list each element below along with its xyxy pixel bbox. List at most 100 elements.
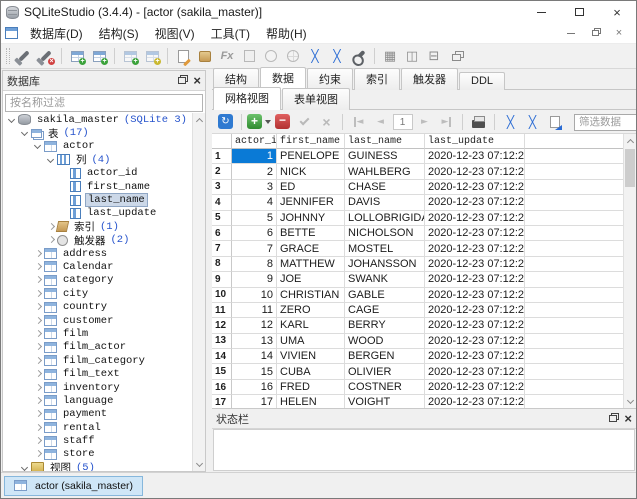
maximize-button[interactable] bbox=[560, 1, 598, 23]
collapse-arrow-icon[interactable] bbox=[33, 356, 43, 366]
grid-corner-cell[interactable] bbox=[212, 134, 232, 149]
status-close-icon[interactable]: × bbox=[624, 412, 632, 425]
tab-触发器[interactable]: 触发器 bbox=[401, 68, 458, 90]
tab-DDL[interactable]: DDL bbox=[459, 72, 505, 90]
new-view-button[interactable]: + bbox=[141, 46, 163, 66]
collapse-arrow-icon[interactable] bbox=[33, 436, 43, 446]
add-database-button[interactable]: + bbox=[66, 46, 88, 66]
row-number[interactable]: 9 bbox=[212, 272, 232, 287]
menu-帮助(H)[interactable]: 帮助(H) bbox=[258, 23, 315, 44]
cell-first_name[interactable]: KARL bbox=[277, 318, 345, 333]
tree-item-last_update[interactable]: last_update bbox=[3, 207, 192, 220]
collapse-arrow-icon[interactable] bbox=[46, 222, 56, 232]
fit-columns-button[interactable]: ╳ bbox=[500, 112, 521, 132]
mdi-close-button[interactable]: × bbox=[612, 27, 626, 39]
cell-last_name[interactable]: WOOD bbox=[345, 334, 425, 349]
row-number[interactable]: 17 bbox=[212, 395, 232, 408]
cell-last_name[interactable]: WAHLBERG bbox=[345, 164, 425, 179]
expand-arrow-icon[interactable] bbox=[20, 128, 30, 138]
cell-last_update[interactable]: 2020-12-23 07:12:29 bbox=[425, 272, 525, 287]
cell-last_update[interactable]: 2020-12-23 07:12:29 bbox=[425, 257, 525, 272]
cell-first_name[interactable]: GRACE bbox=[277, 241, 345, 256]
cell-actor_id[interactable]: 17 bbox=[232, 395, 277, 408]
status-undock-icon[interactable] bbox=[609, 415, 617, 422]
cell-last_name[interactable]: SWANK bbox=[345, 272, 425, 287]
open-sql-editor-button[interactable] bbox=[172, 46, 194, 66]
cell-last_update[interactable]: 2020-12-23 07:12:29 bbox=[425, 195, 525, 210]
tree-item-Calendar[interactable]: Calendar bbox=[3, 260, 192, 273]
tree-item-last_name[interactable]: last_name bbox=[3, 193, 192, 206]
collapse-arrow-icon[interactable] bbox=[33, 396, 43, 406]
column-header-last_update[interactable]: last_update bbox=[425, 134, 525, 149]
row-number[interactable]: 13 bbox=[212, 334, 232, 349]
column-header-first_name[interactable]: first_name bbox=[277, 134, 345, 149]
undock-icon[interactable] bbox=[178, 77, 186, 84]
tree-item-first_name[interactable]: first_name bbox=[3, 180, 192, 193]
grid-scroll-up-icon[interactable] bbox=[624, 134, 636, 147]
collapse-arrow-icon[interactable] bbox=[33, 342, 43, 352]
expand-arrow-icon[interactable] bbox=[46, 155, 56, 165]
cell-last_update[interactable]: 2020-12-23 07:12:29 bbox=[425, 149, 525, 164]
expand-arrow-icon[interactable] bbox=[20, 463, 30, 471]
cell-first_name[interactable]: BETTE bbox=[277, 226, 345, 241]
collapse-arrow-icon[interactable] bbox=[33, 275, 43, 285]
cell-last_update[interactable]: 2020-12-23 07:12:29 bbox=[425, 180, 525, 195]
cell-last_name[interactable]: JOHANSSON bbox=[345, 257, 425, 272]
grid-scrollbar[interactable] bbox=[623, 134, 636, 408]
tree-item-sakila_master[interactable]: sakila_master(SQLite 3) bbox=[3, 113, 192, 126]
tree-filter-input[interactable] bbox=[5, 94, 203, 112]
collapse-arrow-icon[interactable] bbox=[46, 235, 56, 245]
collapse-arrow-icon[interactable] bbox=[33, 329, 43, 339]
cell-last_name[interactable]: MOSTEL bbox=[345, 241, 425, 256]
tree-item-索引[interactable]: 索引(1) bbox=[3, 220, 192, 233]
cell-last_name[interactable]: LOLLOBRIGIDA bbox=[345, 211, 425, 226]
tree-item-inventory[interactable]: inventory bbox=[3, 381, 192, 394]
ddl-history-button[interactable] bbox=[194, 46, 216, 66]
row-number[interactable]: 16 bbox=[212, 380, 232, 395]
cell-last_name[interactable]: GABLE bbox=[345, 288, 425, 303]
expand-arrow-icon[interactable] bbox=[7, 115, 17, 125]
cell-actor_id[interactable]: 12 bbox=[232, 318, 277, 333]
row-number[interactable]: 8 bbox=[212, 257, 232, 272]
column-header-last_name[interactable]: last_name bbox=[345, 134, 425, 149]
cell-last_update[interactable]: 2020-12-23 07:12:29 bbox=[425, 318, 525, 333]
maximize-window-button[interactable]: ╳ bbox=[304, 46, 326, 66]
scroll-up-icon[interactable] bbox=[193, 113, 205, 126]
cell-last_update[interactable]: 2020-12-23 07:12:29 bbox=[425, 303, 525, 318]
cell-last_name[interactable]: CAGE bbox=[345, 303, 425, 318]
menu-结构(S)[interactable]: 结构(S) bbox=[91, 23, 147, 44]
commit-button[interactable] bbox=[294, 112, 315, 132]
cell-first_name[interactable]: CUBA bbox=[277, 364, 345, 379]
add-row-button[interactable]: + bbox=[247, 112, 271, 132]
cell-first_name[interactable]: FRED bbox=[277, 380, 345, 395]
collapse-arrow-icon[interactable] bbox=[33, 302, 43, 312]
menu-视图(V)[interactable]: 视图(V) bbox=[147, 23, 203, 44]
grid-scroll-down-icon[interactable] bbox=[624, 395, 636, 408]
cell-first_name[interactable]: JOHNNY bbox=[277, 211, 345, 226]
cell-actor_id[interactable]: 4 bbox=[232, 195, 277, 210]
mdi-restore-button[interactable] bbox=[588, 27, 602, 39]
taskbar-item-actor (sakila_master)[interactable]: actor (sakila_master) bbox=[4, 476, 143, 496]
data-filter-input[interactable] bbox=[574, 114, 637, 131]
toolbar-drag-handle[interactable] bbox=[6, 48, 10, 64]
cell-last_update[interactable]: 2020-12-23 07:12:29 bbox=[425, 164, 525, 179]
cell-actor_id[interactable]: 15 bbox=[232, 364, 277, 379]
cell-first_name[interactable]: JOE bbox=[277, 272, 345, 287]
cell-last_update[interactable]: 2020-12-23 07:12:29 bbox=[425, 380, 525, 395]
collapse-arrow-icon[interactable] bbox=[33, 423, 43, 433]
menu-数据库(D)[interactable]: 数据库(D) bbox=[22, 23, 91, 44]
row-number[interactable]: 3 bbox=[212, 180, 232, 195]
row-number[interactable]: 1 bbox=[212, 149, 232, 164]
tree-item-film_category[interactable]: film_category bbox=[3, 354, 192, 367]
cell-first_name[interactable]: PENELOPE bbox=[277, 149, 345, 164]
tree-item-country[interactable]: country bbox=[3, 300, 192, 313]
row-number[interactable]: 11 bbox=[212, 303, 232, 318]
next-page-button[interactable]: ► bbox=[414, 112, 435, 132]
cell-last_name[interactable]: COSTNER bbox=[345, 380, 425, 395]
row-number[interactable]: 12 bbox=[212, 318, 232, 333]
view-tab-表单视图[interactable]: 表单视图 bbox=[282, 88, 350, 110]
delete-row-button[interactable]: − bbox=[272, 112, 293, 132]
cell-first_name[interactable]: JENNIFER bbox=[277, 195, 345, 210]
cell-actor_id[interactable]: 10 bbox=[232, 288, 277, 303]
first-page-button[interactable]: ◄ bbox=[348, 112, 369, 132]
